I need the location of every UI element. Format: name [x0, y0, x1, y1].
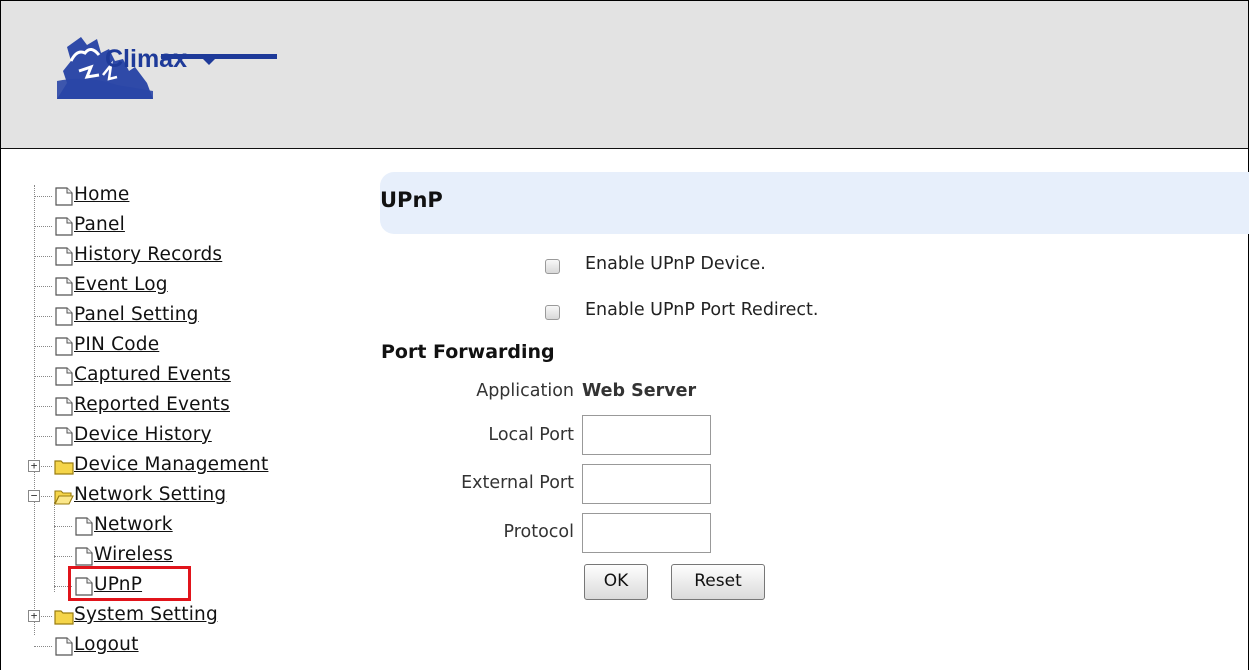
page-title: UPnP — [380, 188, 443, 212]
document-icon — [54, 367, 74, 386]
protocol-label: Protocol — [503, 522, 574, 542]
collapse-toggle-icon[interactable]: − — [28, 490, 40, 502]
reset-button[interactable]: Reset — [671, 564, 765, 600]
nav-item-label[interactable]: PIN Code — [74, 334, 159, 355]
folder-icon — [54, 607, 74, 626]
document-icon — [54, 427, 74, 446]
selected-item-highlight — [68, 566, 191, 601]
document-icon — [54, 217, 74, 236]
tree-connector — [54, 526, 72, 527]
nav-item-label[interactable]: Home — [74, 184, 129, 205]
document-icon — [54, 187, 74, 206]
nav-item-label[interactable]: Reported Events — [74, 394, 230, 415]
external-port-input[interactable] — [582, 464, 711, 504]
protocol-input[interactable] — [582, 513, 711, 553]
header-banner: Climax — [1, 1, 1248, 149]
document-icon — [54, 247, 74, 266]
tree-connector — [34, 256, 52, 257]
document-icon — [54, 307, 74, 326]
nav-item-label[interactable]: Captured Events — [74, 364, 231, 385]
nav-item-label[interactable]: Device Management — [74, 454, 268, 475]
enable-upnp-device-checkbox[interactable] — [545, 259, 560, 274]
tree-connector — [34, 646, 52, 647]
tree-guide-line — [54, 502, 55, 592]
document-icon — [54, 397, 74, 416]
enable-upnp-redirect-checkbox[interactable] — [545, 305, 560, 320]
application-value: Web Server — [582, 381, 697, 401]
document-icon — [74, 547, 94, 566]
page-title-bar — [380, 172, 1249, 234]
nav-item-label[interactable]: Network Setting — [74, 484, 226, 505]
tree-connector — [34, 226, 52, 227]
nav-item-label[interactable]: Panel — [74, 214, 125, 235]
tree-connector — [34, 406, 52, 407]
folder-open-icon — [54, 487, 74, 506]
port-forwarding-heading: Port Forwarding — [381, 341, 555, 363]
ok-button[interactable]: OK — [584, 564, 648, 600]
application-label: Application — [476, 381, 574, 401]
nav-item-label[interactable]: Device History — [74, 424, 212, 445]
local-port-label: Local Port — [488, 425, 574, 445]
enable-upnp-redirect-label: Enable UPnP Port Redirect. — [585, 300, 819, 320]
tree-connector — [34, 376, 52, 377]
tree-connector — [34, 286, 52, 287]
tree-connector — [34, 346, 52, 347]
external-port-label: External Port — [461, 473, 574, 493]
document-icon — [74, 517, 94, 536]
document-icon — [54, 337, 74, 356]
document-icon — [54, 637, 74, 656]
nav-item-label[interactable]: Wireless — [94, 544, 173, 565]
local-port-input[interactable] — [582, 415, 711, 455]
nav-item-label[interactable]: Logout — [74, 634, 139, 655]
nav-item-label[interactable]: History Records — [74, 244, 222, 265]
tree-connector — [54, 556, 72, 557]
nav-item-label[interactable]: Panel Setting — [74, 304, 199, 325]
nav-item-label[interactable]: System Setting — [74, 604, 218, 625]
brand-name: Climax — [105, 45, 187, 73]
tree-guide-line — [34, 185, 35, 635]
folder-icon — [54, 457, 74, 476]
tree-connector — [34, 316, 52, 317]
tree-connector — [34, 196, 52, 197]
expand-toggle-icon[interactable]: + — [28, 610, 40, 622]
enable-upnp-device-label: Enable UPnP Device. — [585, 254, 766, 274]
expand-toggle-icon[interactable]: + — [28, 460, 40, 472]
tree-connector — [34, 436, 52, 437]
nav-item-label[interactable]: Event Log — [74, 274, 168, 295]
nav-item-label[interactable]: Network — [94, 514, 173, 535]
document-icon — [54, 277, 74, 296]
